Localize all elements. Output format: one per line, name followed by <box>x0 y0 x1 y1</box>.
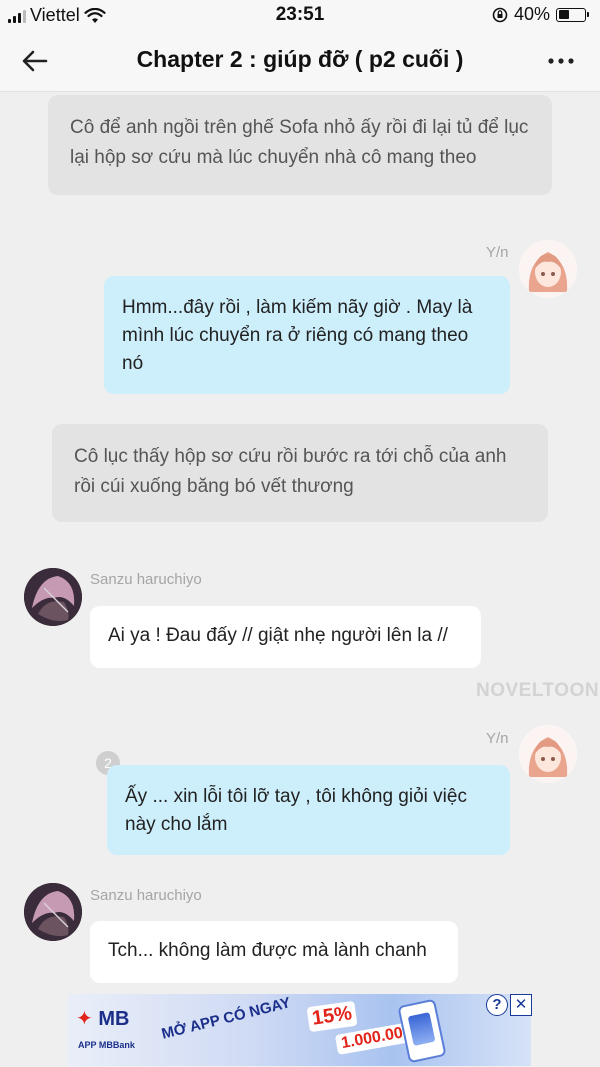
avatar-sanzu[interactable] <box>24 883 82 941</box>
avatar-yn[interactable] <box>519 240 577 298</box>
boy-portrait-icon <box>24 568 82 626</box>
ad-slogan: MỞ APP CÓ NGAY <box>159 994 293 1043</box>
narration-block: Cô lục thấy hộp sơ cứu rồi bước ra tới c… <box>52 424 548 522</box>
ad-banner[interactable]: ✦ MB APP MBBank MỞ APP CÓ NGAY 15% 1.000… <box>68 994 531 1066</box>
ad-brand-text: MB <box>98 1008 130 1030</box>
orientation-lock-icon <box>492 7 508 22</box>
star-logo-icon: ✦ <box>76 1008 93 1030</box>
narration-text: Cô lục thấy hộp sơ cứu rồi bước ra tới c… <box>74 446 507 497</box>
sender-name-yn: Y/n <box>486 244 509 261</box>
story-chat[interactable]: Cô để anh ngồi trên ghế Sofa nhỏ ấy rồi … <box>0 93 600 1067</box>
message-text: Ai ya ! Đau đấy // giật nhẹ người lên la… <box>108 625 448 646</box>
message-bubble-yn: Hmm...đây rồi , làm kiếm nãy giờ . May l… <box>104 276 510 394</box>
sender-name-sanzu: Sanzu haruchiyo <box>90 887 202 904</box>
message-text: Ấy ... xin lỗi tôi lỡ tay , tôi không gi… <box>125 786 467 835</box>
ad-info-icon[interactable]: ? <box>486 994 508 1016</box>
status-bar: Viettel 23:51 40% <box>0 0 600 30</box>
more-options-icon[interactable] <box>546 46 576 76</box>
ad-controls: ? ✕ <box>486 994 532 1016</box>
message-bubble-sanzu: Tch... không làm được mà lành chanh <box>90 921 458 983</box>
girl-portrait-icon <box>519 240 577 298</box>
narration-block: Cô để anh ngồi trên ghế Sofa nhỏ ấy rồi … <box>48 95 552 195</box>
battery-level <box>558 10 569 19</box>
chapter-title: Chapter 2 : giúp đỡ ( p2 cuối ) <box>136 46 464 72</box>
avatar-sanzu[interactable] <box>24 568 82 626</box>
ad-brand: ✦ MB <box>76 1006 129 1031</box>
narration-text: Cô để anh ngồi trên ghế Sofa nhỏ ấy rồi … <box>70 117 529 168</box>
chapter-header: Chapter 2 : giúp đỡ ( p2 cuối ) <box>0 30 600 92</box>
boy-portrait-icon <box>24 883 82 941</box>
ad-percent: 15% <box>306 1000 358 1033</box>
ad-app-label: APP MBBank <box>78 1040 135 1050</box>
phone-image-icon <box>397 998 447 1064</box>
girl-portrait-icon <box>519 725 577 783</box>
message-bubble-yn: Ấy ... xin lỗi tôi lỡ tay , tôi không gi… <box>107 765 510 855</box>
noveltoon-watermark: NOVELTOON <box>476 680 600 701</box>
battery-icon <box>556 7 589 22</box>
battery-percent: 40% <box>513 4 550 24</box>
ad-close-icon[interactable]: ✕ <box>510 994 532 1016</box>
message-text: Hmm...đây rồi , làm kiếm nãy giờ . May l… <box>122 297 473 374</box>
message-text: Tch... không làm được mà lành chanh <box>108 940 427 961</box>
avatar-yn[interactable] <box>519 725 577 783</box>
back-arrow-icon[interactable] <box>18 44 52 78</box>
sender-name-sanzu: Sanzu haruchiyo <box>90 571 202 588</box>
message-bubble-sanzu: Ai ya ! Đau đấy // giật nhẹ người lên la… <box>90 606 481 668</box>
sender-name-yn: Y/n <box>486 730 509 747</box>
status-right: 40% <box>492 4 589 25</box>
